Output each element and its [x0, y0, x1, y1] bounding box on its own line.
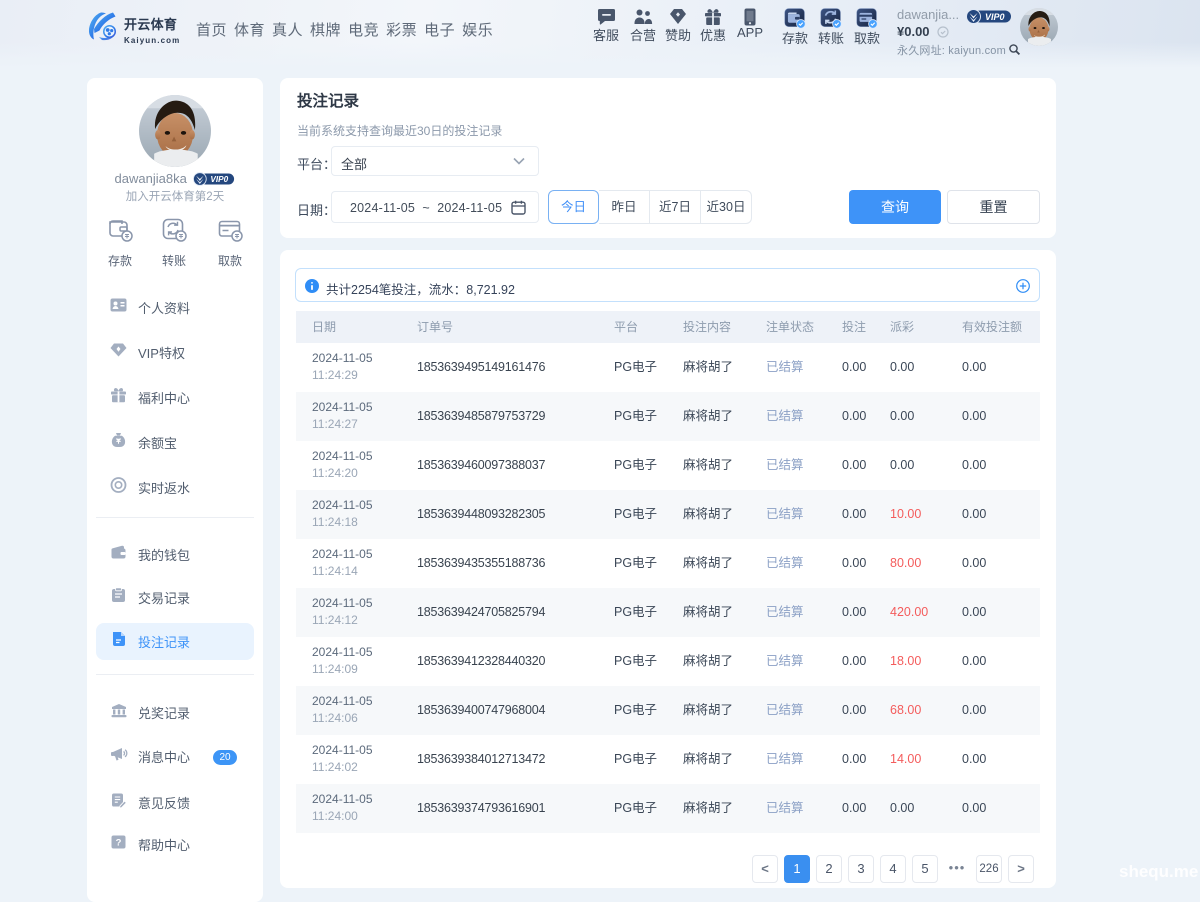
svg-text:?: ? — [116, 838, 122, 849]
svg-text:VIP0: VIP0 — [211, 175, 229, 184]
svg-text:VIP0: VIP0 — [985, 12, 1005, 22]
